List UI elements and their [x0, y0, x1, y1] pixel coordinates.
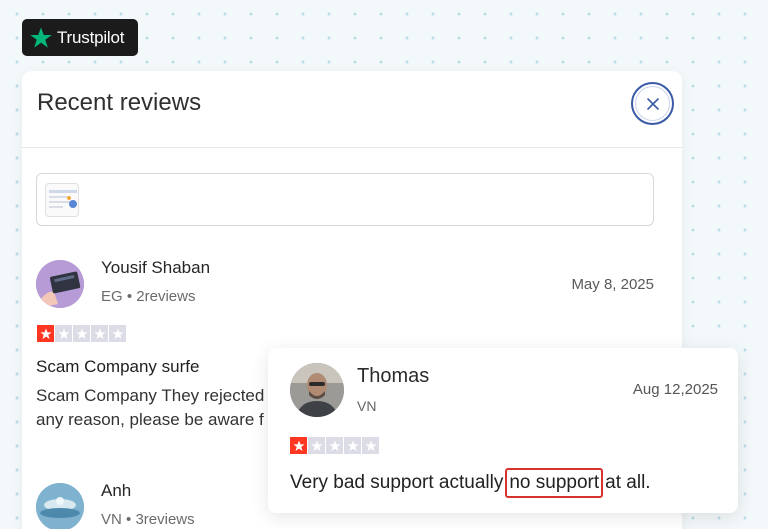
star-icon [91, 325, 108, 342]
avatar[interactable] [36, 260, 84, 308]
star-icon [308, 437, 325, 454]
reviews-count: 2reviews [136, 288, 196, 305]
close-icon [646, 97, 659, 110]
featured-review-card: Thomas VN Aug 12,2025 Very bad support a… [268, 348, 738, 513]
star-icon [55, 325, 72, 342]
review-body: Scam Company They rejected any reason, p… [36, 386, 265, 429]
review-text-end: at all. [605, 472, 651, 493]
star-icon [362, 437, 379, 454]
star-icon [109, 325, 126, 342]
avatar[interactable] [290, 363, 344, 417]
review-date: May 8, 2025 [571, 276, 654, 293]
reviewer-country: VN [101, 511, 122, 528]
reviewer-meta: VN • 3reviews [101, 511, 195, 528]
review-text: Very bad support actually no support at al… [290, 468, 651, 498]
star-icon [73, 325, 90, 342]
reviewer-name[interactable]: Yousif Shaban [101, 258, 210, 278]
review-date: Aug 12,2025 [632, 381, 718, 398]
star-rating [37, 325, 126, 342]
avatar[interactable] [36, 483, 84, 529]
panel-title: Recent reviews [37, 89, 202, 116]
reviewer-name[interactable]: Anh [101, 481, 131, 501]
star-icon [37, 325, 54, 342]
reviewer-name[interactable]: Thomas [357, 365, 429, 388]
reviewer-country: VN [357, 398, 377, 414]
star-icon [326, 437, 343, 454]
search-input[interactable] [36, 173, 654, 226]
star-rating [290, 437, 379, 454]
reviewer-meta: EG • 2reviews [101, 288, 195, 305]
reviews-count: 3reviews [135, 511, 195, 528]
star-icon [344, 437, 361, 454]
reviewer-country: EG [101, 288, 123, 305]
review-title[interactable]: Scam Company surfe [36, 357, 199, 377]
trustpilot-logo[interactable]: Trustpilot [22, 19, 138, 56]
meta-separator: • [126, 288, 137, 305]
review-text-start: Very bad support actually [290, 472, 504, 493]
brand-name: Trustpilot [57, 27, 125, 47]
screenshot-thumbnail[interactable] [45, 183, 79, 217]
divider [22, 147, 682, 148]
star-icon [30, 27, 52, 48]
highlighted-phrase: no support [505, 468, 604, 498]
close-button[interactable] [631, 82, 674, 125]
star-icon [290, 437, 307, 454]
